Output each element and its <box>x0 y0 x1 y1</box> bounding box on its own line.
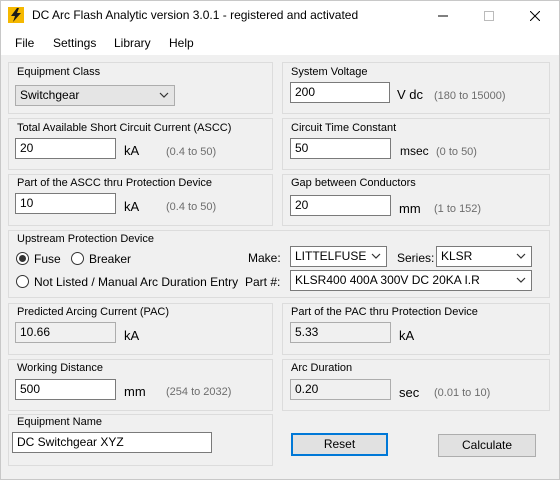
system-voltage-label: System Voltage <box>291 66 368 78</box>
menu-library[interactable]: Library <box>114 36 151 50</box>
fuse-radio-label[interactable]: Fuse <box>34 252 61 266</box>
chevron-down-icon <box>159 92 169 98</box>
pac-part-unit: kA <box>399 328 415 343</box>
window-title: DC Arc Flash Analytic version 3.0.1 - re… <box>32 8 359 22</box>
time-constant-input[interactable]: 50 <box>290 138 391 159</box>
minimize-icon <box>438 15 448 16</box>
pac-unit: kA <box>124 328 140 343</box>
arc-duration-label: Arc Duration <box>291 362 353 374</box>
upstream-protection-label: Upstream Protection Device <box>17 233 154 245</box>
menu-bar: File Settings Library Help <box>0 31 560 55</box>
maximize-icon <box>484 10 494 21</box>
equipment-name-label: Equipment Name <box>17 416 102 428</box>
series-label: Series: <box>397 251 435 265</box>
system-voltage-range: (180 to 15000) <box>434 90 506 102</box>
series-dropdown[interactable]: KLSR <box>436 246 532 267</box>
chevron-down-icon <box>516 277 526 283</box>
ascc-part-input[interactable]: 10 <box>15 193 116 214</box>
pac-label: Predicted Arcing Current (PAC) <box>17 306 170 318</box>
breaker-radio-label[interactable]: Breaker <box>89 252 131 266</box>
gap-input[interactable]: 20 <box>290 195 391 216</box>
gap-unit: mm <box>399 201 421 216</box>
working-distance-label: Working Distance <box>17 362 103 374</box>
time-constant-label: Circuit Time Constant <box>291 122 397 134</box>
minimize-button[interactable] <box>420 0 466 31</box>
time-constant-unit: msec <box>400 144 429 158</box>
ascc-part-unit: kA <box>124 199 140 214</box>
part-dropdown[interactable]: KLSR400 400A 300V DC 20KA I.R <box>290 270 532 291</box>
series-value: KLSR <box>441 249 473 263</box>
reset-button[interactable]: Reset <box>291 433 388 456</box>
menu-help[interactable]: Help <box>169 36 194 50</box>
ascc-label: Total Available Short Circuit Current (A… <box>17 122 232 134</box>
not-listed-radio-label[interactable]: Not Listed / Manual Arc Duration Entry <box>34 275 238 289</box>
fuse-radio[interactable] <box>16 252 29 265</box>
menu-settings[interactable]: Settings <box>53 36 96 50</box>
part-value: KLSR400 400A 300V DC 20KA I.R <box>295 273 480 287</box>
pac-part-output: 5.33 <box>290 322 391 343</box>
equipment-class-value: Switchgear <box>20 88 80 102</box>
make-label: Make: <box>248 251 281 265</box>
close-button[interactable] <box>512 0 558 31</box>
menu-file[interactable]: File <box>15 36 34 50</box>
maximize-button[interactable] <box>466 0 512 31</box>
working-distance-unit: mm <box>124 384 146 399</box>
ascc-range: (0.4 to 50) <box>166 146 217 158</box>
ascc-input[interactable]: 20 <box>15 138 116 159</box>
make-dropdown[interactable]: LITTELFUSE <box>290 246 387 267</box>
part-label: Part #: <box>245 275 281 289</box>
breaker-radio[interactable] <box>71 252 84 265</box>
not-listed-radio[interactable] <box>16 275 29 288</box>
arc-duration-unit: sec <box>399 385 420 400</box>
system-voltage-input[interactable]: 200 <box>290 82 390 103</box>
chevron-down-icon <box>516 253 526 259</box>
gap-range: (1 to 152) <box>434 203 482 215</box>
working-distance-range: (254 to 2032) <box>166 386 232 398</box>
pac-output: 10.66 <box>15 322 116 343</box>
chevron-down-icon <box>371 253 381 259</box>
calculate-button[interactable]: Calculate <box>438 434 536 457</box>
ascc-part-label: Part of the ASCC thru Protection Device <box>17 177 213 189</box>
title-bar: DC Arc Flash Analytic version 3.0.1 - re… <box>0 0 560 31</box>
ascc-unit: kA <box>124 143 140 158</box>
arc-duration-output: 0.20 <box>290 379 391 400</box>
pac-part-label: Part of the PAC thru Protection Device <box>291 306 478 318</box>
time-constant-range: (0 to 50) <box>436 146 477 158</box>
make-value: LITTELFUSE <box>295 249 367 263</box>
equipment-name-input[interactable]: DC Switchgear XYZ <box>12 432 212 453</box>
equipment-class-dropdown[interactable]: Switchgear <box>15 85 175 106</box>
equipment-class-label: Equipment Class <box>17 66 101 78</box>
ascc-part-range: (0.4 to 50) <box>166 201 217 213</box>
arc-duration-range: (0.01 to 10) <box>434 387 491 399</box>
system-voltage-unit: V dc <box>397 87 424 102</box>
app-logo-icon <box>8 7 24 23</box>
close-icon <box>530 10 540 21</box>
gap-label: Gap between Conductors <box>291 177 416 189</box>
working-distance-input[interactable]: 500 <box>15 379 116 400</box>
